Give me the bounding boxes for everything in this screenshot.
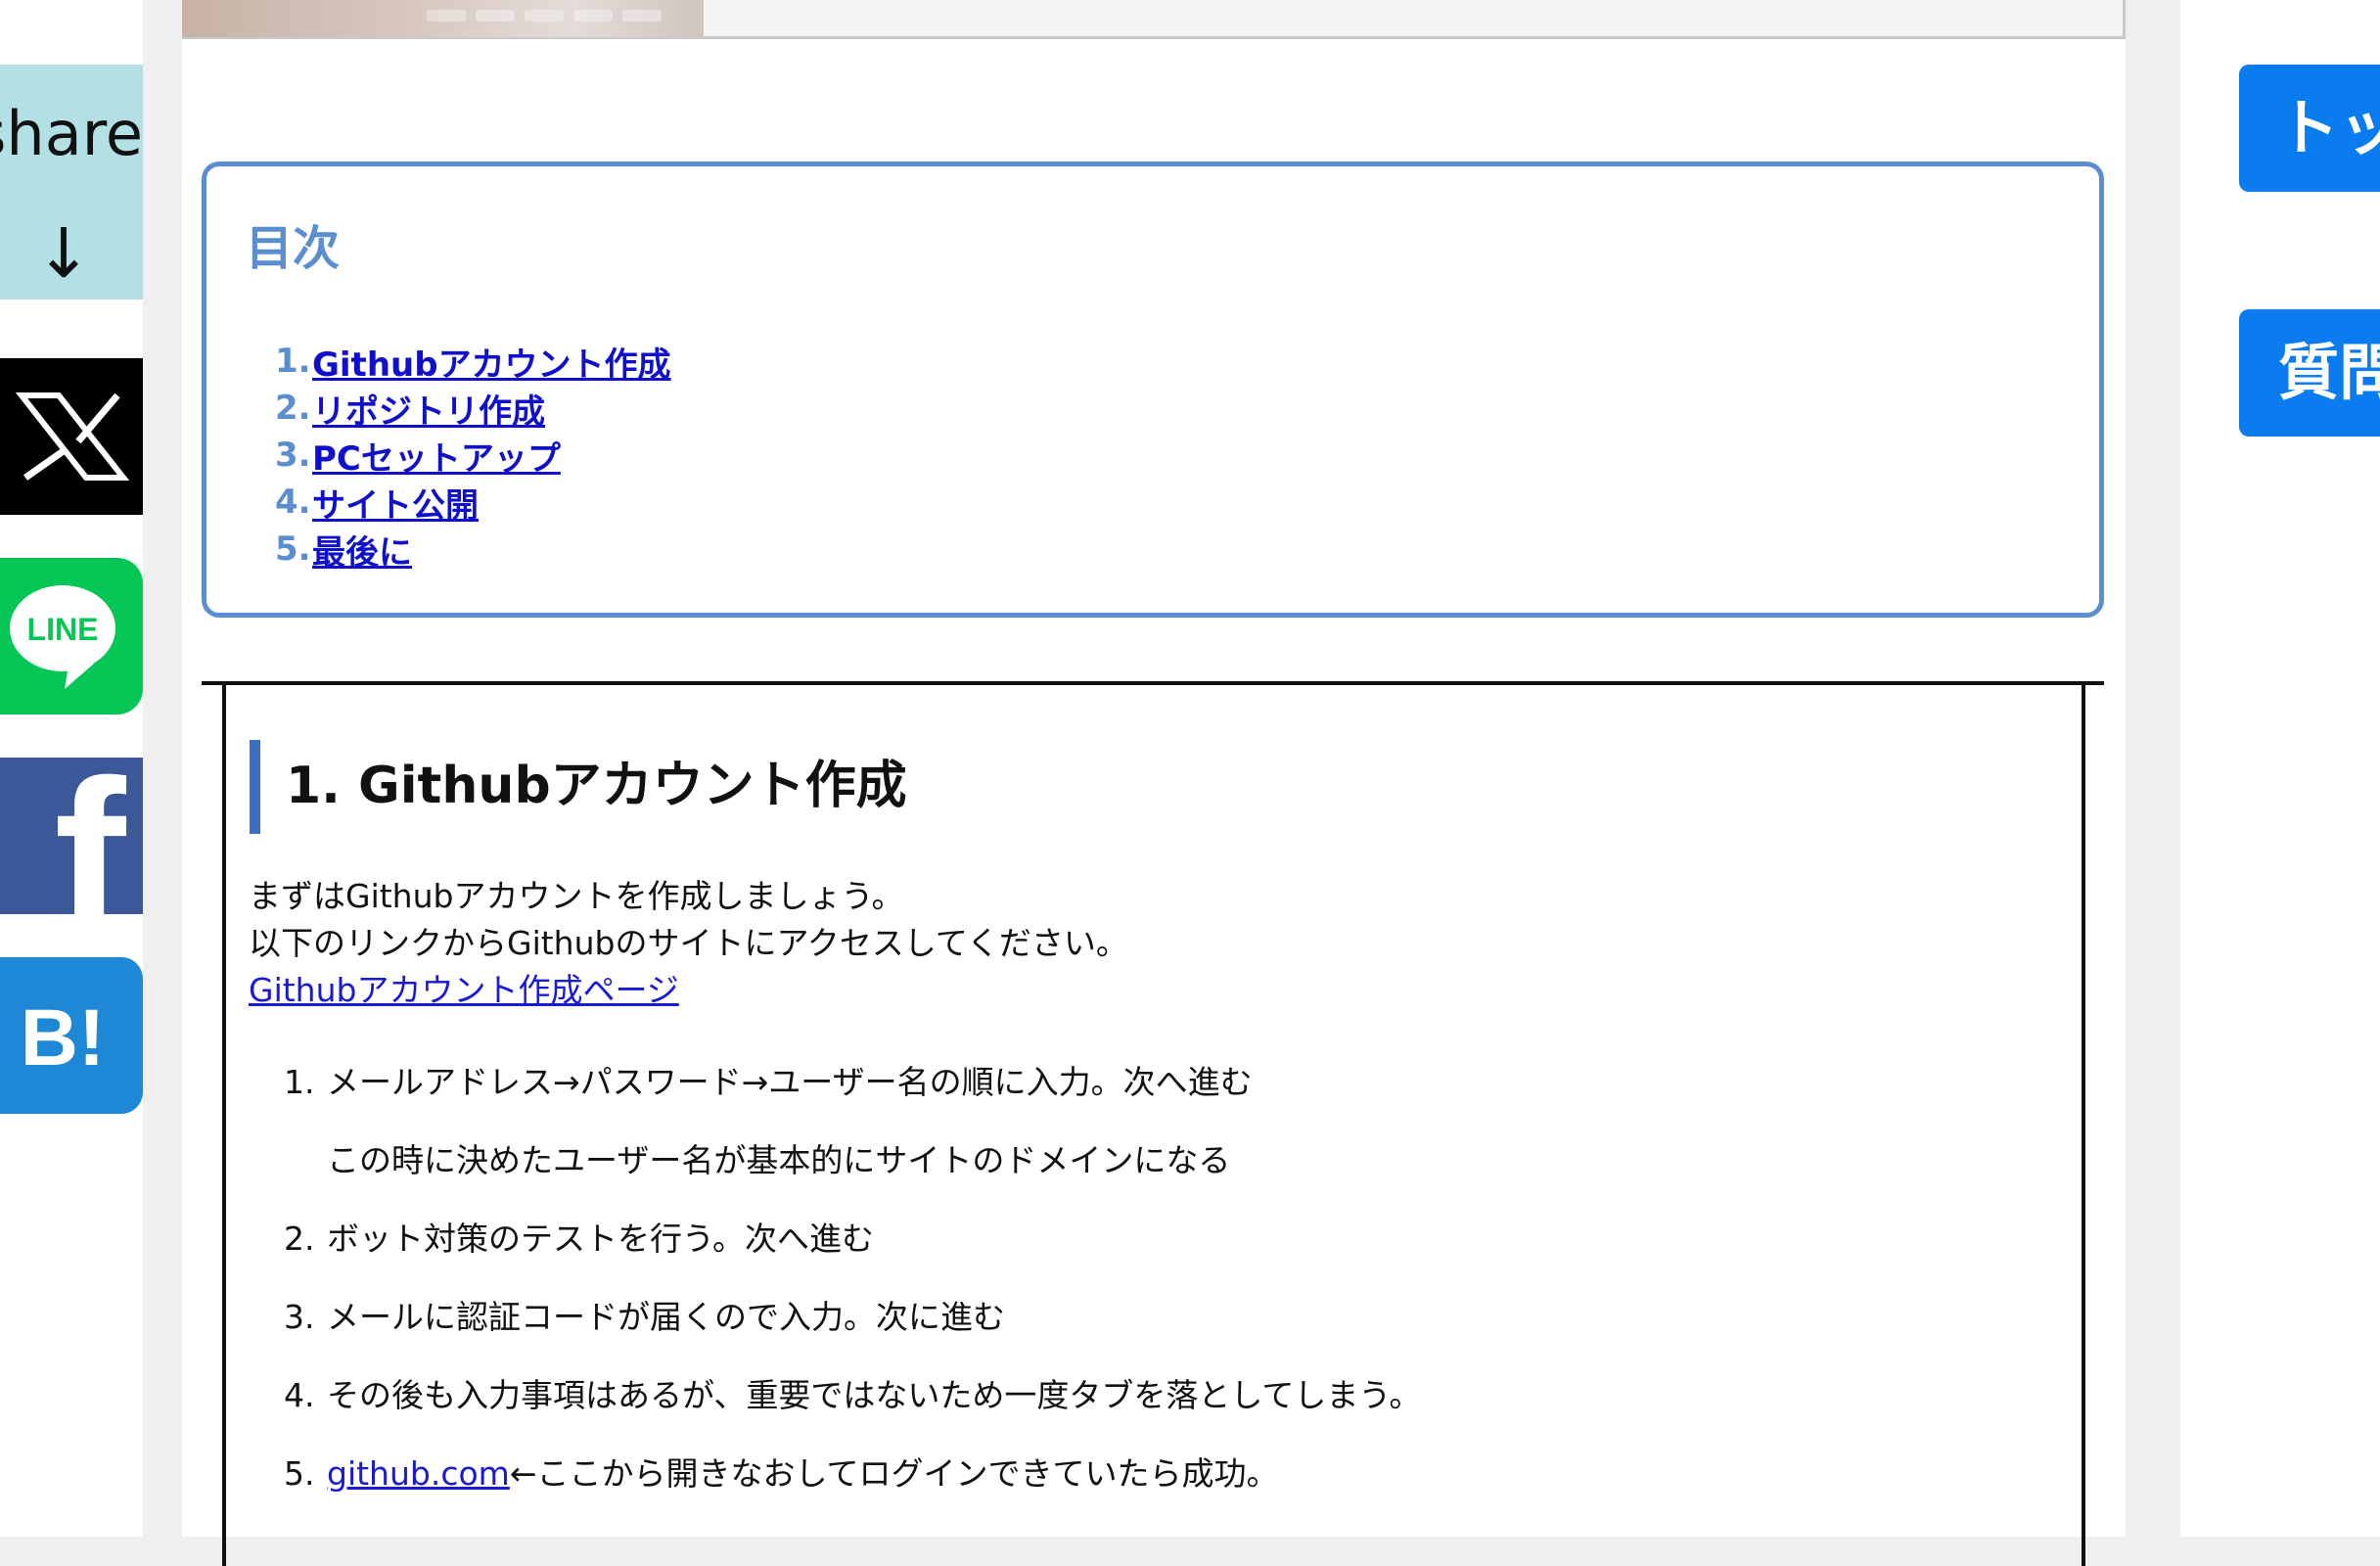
line-logo-icon: LINE (10, 585, 115, 689)
list-item: 5. github.com←ここから開きなおしてログインできていたら成功。 (284, 1451, 1278, 1497)
heading-accent-bar (250, 740, 260, 834)
toc-link-conclusion[interactable]: 最後に (312, 526, 412, 574)
section-heading: 1. Githubアカウント作成 (286, 757, 907, 815)
toc-title: 目次 (246, 221, 341, 276)
hero-image (182, 0, 704, 37)
right-sidebar (2180, 0, 2380, 1537)
step-text: ←ここから開きなおしてログインできていたら成功。 (509, 1454, 1279, 1493)
step-number: 3. (284, 1298, 315, 1336)
scroll-top-button[interactable]: トップへ (2239, 65, 2380, 192)
step-number: 2. (284, 1220, 315, 1258)
github-signup-link[interactable]: Githubアカウント作成ページ (249, 971, 679, 1009)
step-number: 1. (284, 1063, 315, 1101)
toc-item: 1. Githubアカウント作成 (275, 338, 671, 385)
share-sidebar: share ↓ LINE f B! (0, 0, 143, 1537)
toc-item: 5. 最後に (275, 526, 671, 573)
step-text: この時に決めたユーザー名が基本的にサイトのドメインになる (327, 1141, 1231, 1179)
step-number: 4. (284, 1376, 315, 1414)
step-text: メールに認証コードが届くので入力。次に進む (327, 1298, 1005, 1336)
down-arrow-icon: ↓ (34, 213, 93, 294)
list-item: 2. ボット対策のテストを行う。次へ進む (284, 1216, 874, 1263)
x-logo-icon (15, 392, 130, 481)
intro-line: 以下のリンクからGithubのサイトにアクセスしてください。 (249, 924, 1128, 962)
toc-item-number: 2. (275, 389, 311, 428)
list-item-note: この時に決めたユーザー名が基本的にサイトのドメインになる (284, 1137, 1230, 1184)
toc-list: 1. Githubアカウント作成 2. リポジトリ作成 3. PCセットアップ 4. サ… (275, 338, 671, 573)
step-text: ボット対策のテストを行う。次へ進む (327, 1220, 875, 1258)
toc-link-pc-setup[interactable]: PCセットアップ (312, 432, 561, 480)
toc-item: 4. サイト公開 (275, 479, 671, 526)
share-facebook-button[interactable]: f (0, 758, 143, 914)
share-x-button[interactable] (0, 358, 143, 515)
share-line-button[interactable]: LINE (0, 558, 143, 714)
hatena-bookmark-icon: B! (21, 993, 106, 1082)
step-text: その後も入力事項はあるが、重要ではないため一度タブを落としてしまう。 (327, 1376, 1422, 1414)
section-frame (222, 685, 2085, 1566)
facebook-logo-text: f (54, 758, 126, 914)
toc-item-number: 3. (275, 436, 311, 475)
share-hatena-button[interactable]: B! (0, 957, 143, 1114)
line-logo-text: LINE (27, 612, 99, 647)
toc-link-site-publish[interactable]: サイト公開 (312, 479, 479, 527)
question-button[interactable]: 質問 (2239, 309, 2380, 437)
table-of-contents: 目次 1. Githubアカウント作成 2. リポジトリ作成 3. PCセットアップ … (202, 161, 2104, 618)
intro-line: まずはGithubアカウントを作成しましょう。 (249, 877, 904, 915)
toc-item: 2. リポジトリ作成 (275, 385, 671, 432)
share-label: share (0, 98, 143, 169)
step-text: メールアドレス→パスワード→ユーザー名の順に入力。次へ進む (327, 1063, 1253, 1101)
step-number: 5. (284, 1454, 315, 1493)
toc-link-github-account[interactable]: Githubアカウント作成 (312, 338, 671, 386)
facebook-logo-icon: f (54, 758, 126, 914)
section-intro: まずはGithubアカウントを作成しましょう。 以下のリンクからGithubのサ… (249, 873, 1128, 1014)
github-home-link[interactable]: github.com (327, 1454, 510, 1493)
toc-item-number: 5. (275, 530, 311, 569)
toc-item-number: 4. (275, 483, 311, 522)
list-item: 3. メールに認証コードが届くので入力。次に進む (284, 1294, 1005, 1341)
list-item: 1. メールアドレス→パスワード→ユーザー名の順に入力。次へ進む (284, 1059, 1253, 1106)
hatena-logo-text: B! (21, 993, 106, 1082)
list-item: 4. その後も入力事項はあるが、重要ではないため一度タブを落としてしまう。 (284, 1372, 1421, 1419)
toc-link-repository[interactable]: リポジトリ作成 (312, 385, 545, 433)
share-label-box: share ↓ (0, 65, 143, 299)
toc-item: 3. PCセットアップ (275, 432, 671, 479)
toc-item-number: 1. (275, 342, 311, 381)
